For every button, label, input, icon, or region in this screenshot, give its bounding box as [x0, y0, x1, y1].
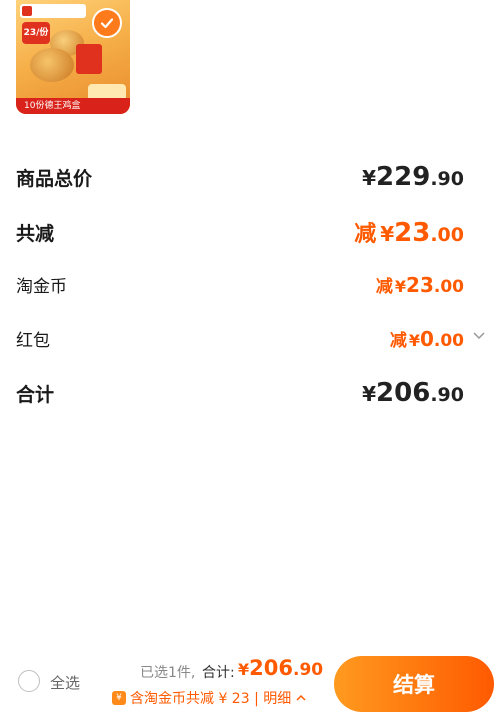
- selected-count: 已选1件,: [140, 665, 196, 681]
- select-all-label[interactable]: 全选: [50, 672, 80, 693]
- hongbao-value: 减 ¥0.00: [389, 327, 464, 351]
- grand-total-row: 合计 ¥206.90: [16, 378, 464, 408]
- chicken-image: [30, 48, 74, 82]
- promo-tag: 23/份: [22, 22, 50, 44]
- goods-total-label: 商品总价: [16, 167, 93, 190]
- hongbao-label: 红包: [16, 331, 50, 351]
- coin-icon: ¥: [112, 691, 126, 705]
- bottom-total-value: ¥206.90: [238, 656, 324, 680]
- discount-detail-link[interactable]: ¥ 含淘金币共减 ¥ 23 | 明细: [112, 688, 307, 708]
- total-reduce-row: 共减 减 ¥23.00: [16, 216, 464, 248]
- chevron-down-icon[interactable]: [472, 328, 486, 342]
- chevron-up-icon: [296, 694, 306, 701]
- checkout-bar: 全选 已选1件, 合计: ¥206.90 ¥ 含淘金币共减 ¥ 23 | 明细 …: [0, 648, 500, 716]
- grand-total-label: 合计: [16, 383, 55, 406]
- total-reduce-label: 共减: [16, 222, 55, 245]
- taojinbi-label: 淘金币: [16, 277, 67, 297]
- thumb-title: 10份德王鸡盒: [16, 98, 130, 114]
- hongbao-row[interactable]: 红包 减 ¥0.00: [16, 326, 464, 351]
- checkout-button[interactable]: 结算: [334, 656, 494, 712]
- product-selected-check-icon[interactable]: [92, 8, 122, 38]
- bottom-total-label: 合计:: [202, 665, 235, 681]
- total-reduce-value: 减 ¥23.00: [354, 218, 464, 248]
- grand-total-value: ¥206.90: [362, 378, 464, 408]
- discount-detail-text: 含淘金币共减 ¥ 23 | 明细: [130, 691, 292, 707]
- goods-total-row: 商品总价 ¥229.90: [16, 162, 464, 192]
- select-all-radio[interactable]: [18, 670, 40, 692]
- goods-total-value: ¥229.90: [362, 162, 464, 192]
- brand-logo-icon: [22, 6, 32, 16]
- taojinbi-row[interactable]: 淘金币 减 ¥23.00: [16, 272, 464, 297]
- taojinbi-value: 减 ¥23.00: [375, 273, 464, 297]
- chicken-box-image: [76, 44, 102, 74]
